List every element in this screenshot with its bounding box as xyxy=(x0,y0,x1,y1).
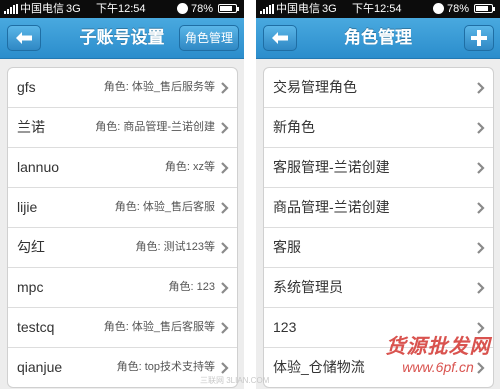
role-name: 商品管理-兰诺创建 xyxy=(273,199,390,215)
battery-icon xyxy=(474,4,495,13)
battery-percent: 78% xyxy=(191,3,214,15)
account-row[interactable]: lannuo 角色: xz等 xyxy=(8,148,237,188)
account-row[interactable]: mpc 角色: 123 xyxy=(8,268,237,308)
chevron-right-icon xyxy=(477,82,485,94)
role-name: 交易管理角色 xyxy=(273,79,357,95)
account-role: 角色: 体验_售后客服等 xyxy=(103,321,215,333)
account-name: mpc xyxy=(17,279,44,295)
chevron-right-icon xyxy=(221,162,229,174)
chevron-right-icon xyxy=(477,122,485,134)
watermark-bottom-text: 三联网 3LIAN.COM xyxy=(200,376,270,385)
account-role: 角色: xz等 xyxy=(164,161,215,173)
role-name: 系统管理员 xyxy=(273,279,343,295)
nav-bar: 子账号设置 角色管理 xyxy=(0,18,244,59)
account-role: 角色: 体验_售后服务等 xyxy=(103,81,215,93)
role-row[interactable]: 新角色 xyxy=(264,108,493,148)
signal-bars-icon xyxy=(260,4,274,14)
back-arrow-icon xyxy=(272,32,288,44)
role-name: 体验_仓储物流 xyxy=(273,359,365,375)
role-management-button[interactable]: 角色管理 xyxy=(178,25,239,51)
chevron-right-icon xyxy=(221,282,229,294)
chevron-right-icon xyxy=(221,202,229,214)
watermark-site-name: 货源批发网 xyxy=(385,336,491,358)
role-row[interactable]: 系统管理员 xyxy=(264,268,493,308)
carrier-name: 中国电信 xyxy=(276,3,320,15)
role-row[interactable]: 商品管理-兰诺创建 xyxy=(264,188,493,228)
status-time: 下午12:54 xyxy=(352,3,402,15)
account-name: lannuo xyxy=(17,159,60,175)
role-row[interactable]: 交易管理角色 xyxy=(264,68,493,108)
chevron-right-icon xyxy=(221,82,229,94)
add-role-button[interactable] xyxy=(464,25,494,51)
role-name: 新角色 xyxy=(273,119,315,135)
status-bar: 中国电信 3G 下午12:54 78% xyxy=(256,0,500,18)
account-row[interactable]: gfs 角色: 体验_售后服务等 xyxy=(8,68,237,108)
account-name: 兰诺 xyxy=(17,119,45,135)
back-button[interactable] xyxy=(7,25,41,51)
role-row[interactable]: 客服 xyxy=(264,228,493,268)
plus-icon xyxy=(471,30,487,46)
chevron-right-icon xyxy=(221,362,229,374)
role-name: 客服管理-兰诺创建 xyxy=(273,159,390,175)
orientation-lock-icon xyxy=(433,3,444,14)
account-role: 角色: 商品管理-兰诺创建 xyxy=(95,121,215,133)
back-button[interactable] xyxy=(263,25,297,51)
chevron-right-icon xyxy=(221,322,229,334)
carrier-name: 中国电信 xyxy=(20,3,64,15)
watermark-logo: 货源批发网 www.6pf.cn xyxy=(378,330,498,375)
role-name: 客服 xyxy=(273,239,301,255)
chevron-right-icon xyxy=(477,282,485,294)
account-row[interactable]: lijie 角色: 体验_售后客服 xyxy=(8,188,237,228)
account-name: 勾红 xyxy=(17,239,45,255)
role-name: 123 xyxy=(273,319,297,335)
chevron-right-icon xyxy=(477,202,485,214)
battery-icon xyxy=(218,4,239,13)
back-arrow-icon xyxy=(16,32,32,44)
signal-bars-icon xyxy=(4,4,18,14)
network-type: 3G xyxy=(322,3,337,15)
chevron-right-icon xyxy=(221,242,229,254)
account-role: 角色: 123 xyxy=(168,281,215,293)
account-row[interactable]: 兰诺 角色: 商品管理-兰诺创建 xyxy=(8,108,237,148)
account-role: 角色: 体验_售后客服 xyxy=(114,201,215,213)
role-row[interactable]: 客服管理-兰诺创建 xyxy=(264,148,493,188)
account-role: 角色: 测试123等 xyxy=(135,241,215,253)
chevron-right-icon xyxy=(477,162,485,174)
account-settings-screen: 中国电信 3G 下午12:54 78% 子账号设置 角色管理 gfs 角色: 体… xyxy=(0,0,244,389)
watermark-site-url: www.6pf.cn xyxy=(402,359,474,375)
nav-bar: 角色管理 xyxy=(256,18,500,59)
orientation-lock-icon xyxy=(177,3,188,14)
network-type: 3G xyxy=(66,3,81,15)
chevron-right-icon xyxy=(221,122,229,134)
account-name: gfs xyxy=(17,79,36,95)
status-bar: 中国电信 3G 下午12:54 78% xyxy=(0,0,244,18)
account-row[interactable]: 勾红 角色: 测试123等 xyxy=(8,228,237,268)
account-name: lijie xyxy=(17,199,38,215)
account-name: testcq xyxy=(17,319,55,335)
account-list: gfs 角色: 体验_售后服务等 兰诺 角色: 商品管理-兰诺创建 lannuo… xyxy=(7,67,238,388)
battery-percent: 78% xyxy=(447,3,470,15)
account-row[interactable]: testcq 角色: 体验_售后客服等 xyxy=(8,308,237,348)
status-time: 下午12:54 xyxy=(96,3,146,15)
account-name: qianjue xyxy=(17,359,63,375)
chevron-right-icon xyxy=(477,242,485,254)
